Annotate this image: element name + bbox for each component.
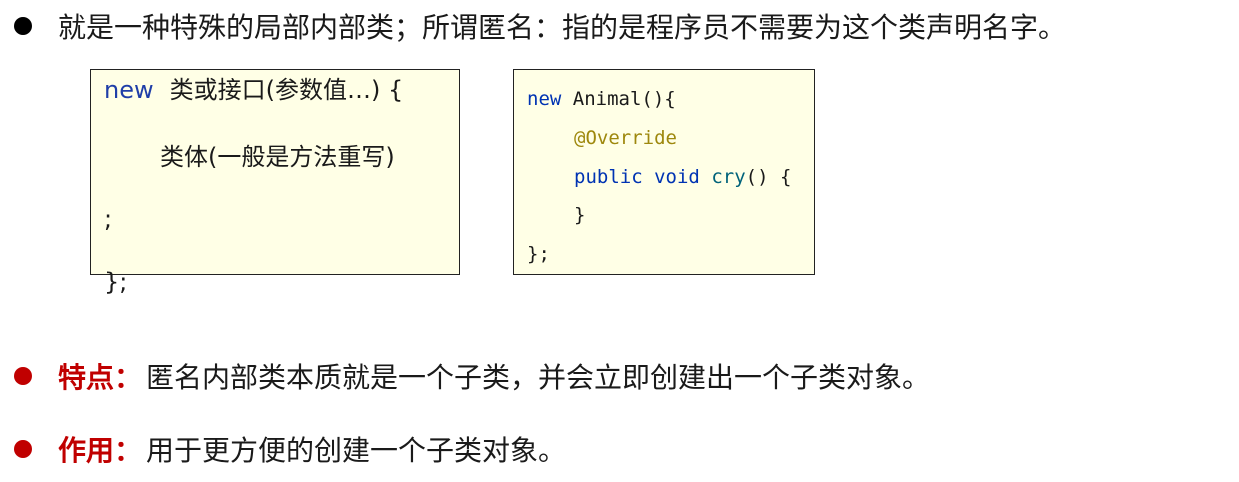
bullet-dot-icon [14,367,32,385]
code-public-keyword: public [574,166,643,188]
usage-bullet: 作用： 用于更方便的创建一个子类对象。 [0,429,566,469]
definition-text: 就是一种特殊的局部内部类；所谓匿名：指的是程序员不需要为这个类声明名字。 [58,11,1067,44]
bullet-dot-icon [14,440,32,458]
code-line-1: new Animal(){ [527,88,676,110]
usage-text: 用于更方便的创建一个子类对象。 [146,434,567,467]
code-new-keyword: new [527,88,562,110]
code-method-rest: () { [745,166,792,188]
bullet-dot-icon [14,17,32,35]
template-line-1: new 类或接口(参数值…) { [104,70,403,105]
code-line-3: public void cry() { [574,166,791,188]
feature-label: 特点： [58,361,143,394]
template-new-keyword: new [104,76,154,104]
code-method-name: cry [711,166,746,188]
usage-label: 作用： [58,434,143,467]
template-line-3: ; [104,205,113,233]
code-close-class: }; [527,243,550,265]
definition-bullet: 就是一种特殊的局部内部类；所谓匿名：指的是程序员不需要为这个类声明名字。 [0,6,1066,46]
template-line-1-rest: 类或接口(参数值…) { [169,76,404,104]
code-line-1-rest: Animal(){ [561,88,676,110]
feature-text: 匿名内部类本质就是一个子类，并会立即创建出一个子类对象。 [146,361,931,394]
template-line-2: 类体(一般是方法重写) [160,143,395,171]
code-void-keyword: void [654,166,700,188]
feature-bullet: 特点： 匿名内部类本质就是一个子类，并会立即创建出一个子类对象。 [0,356,930,396]
code-close-method: } [574,204,586,226]
template-line-4: }; [104,268,128,296]
code-override-annotation: @Override [574,127,677,149]
